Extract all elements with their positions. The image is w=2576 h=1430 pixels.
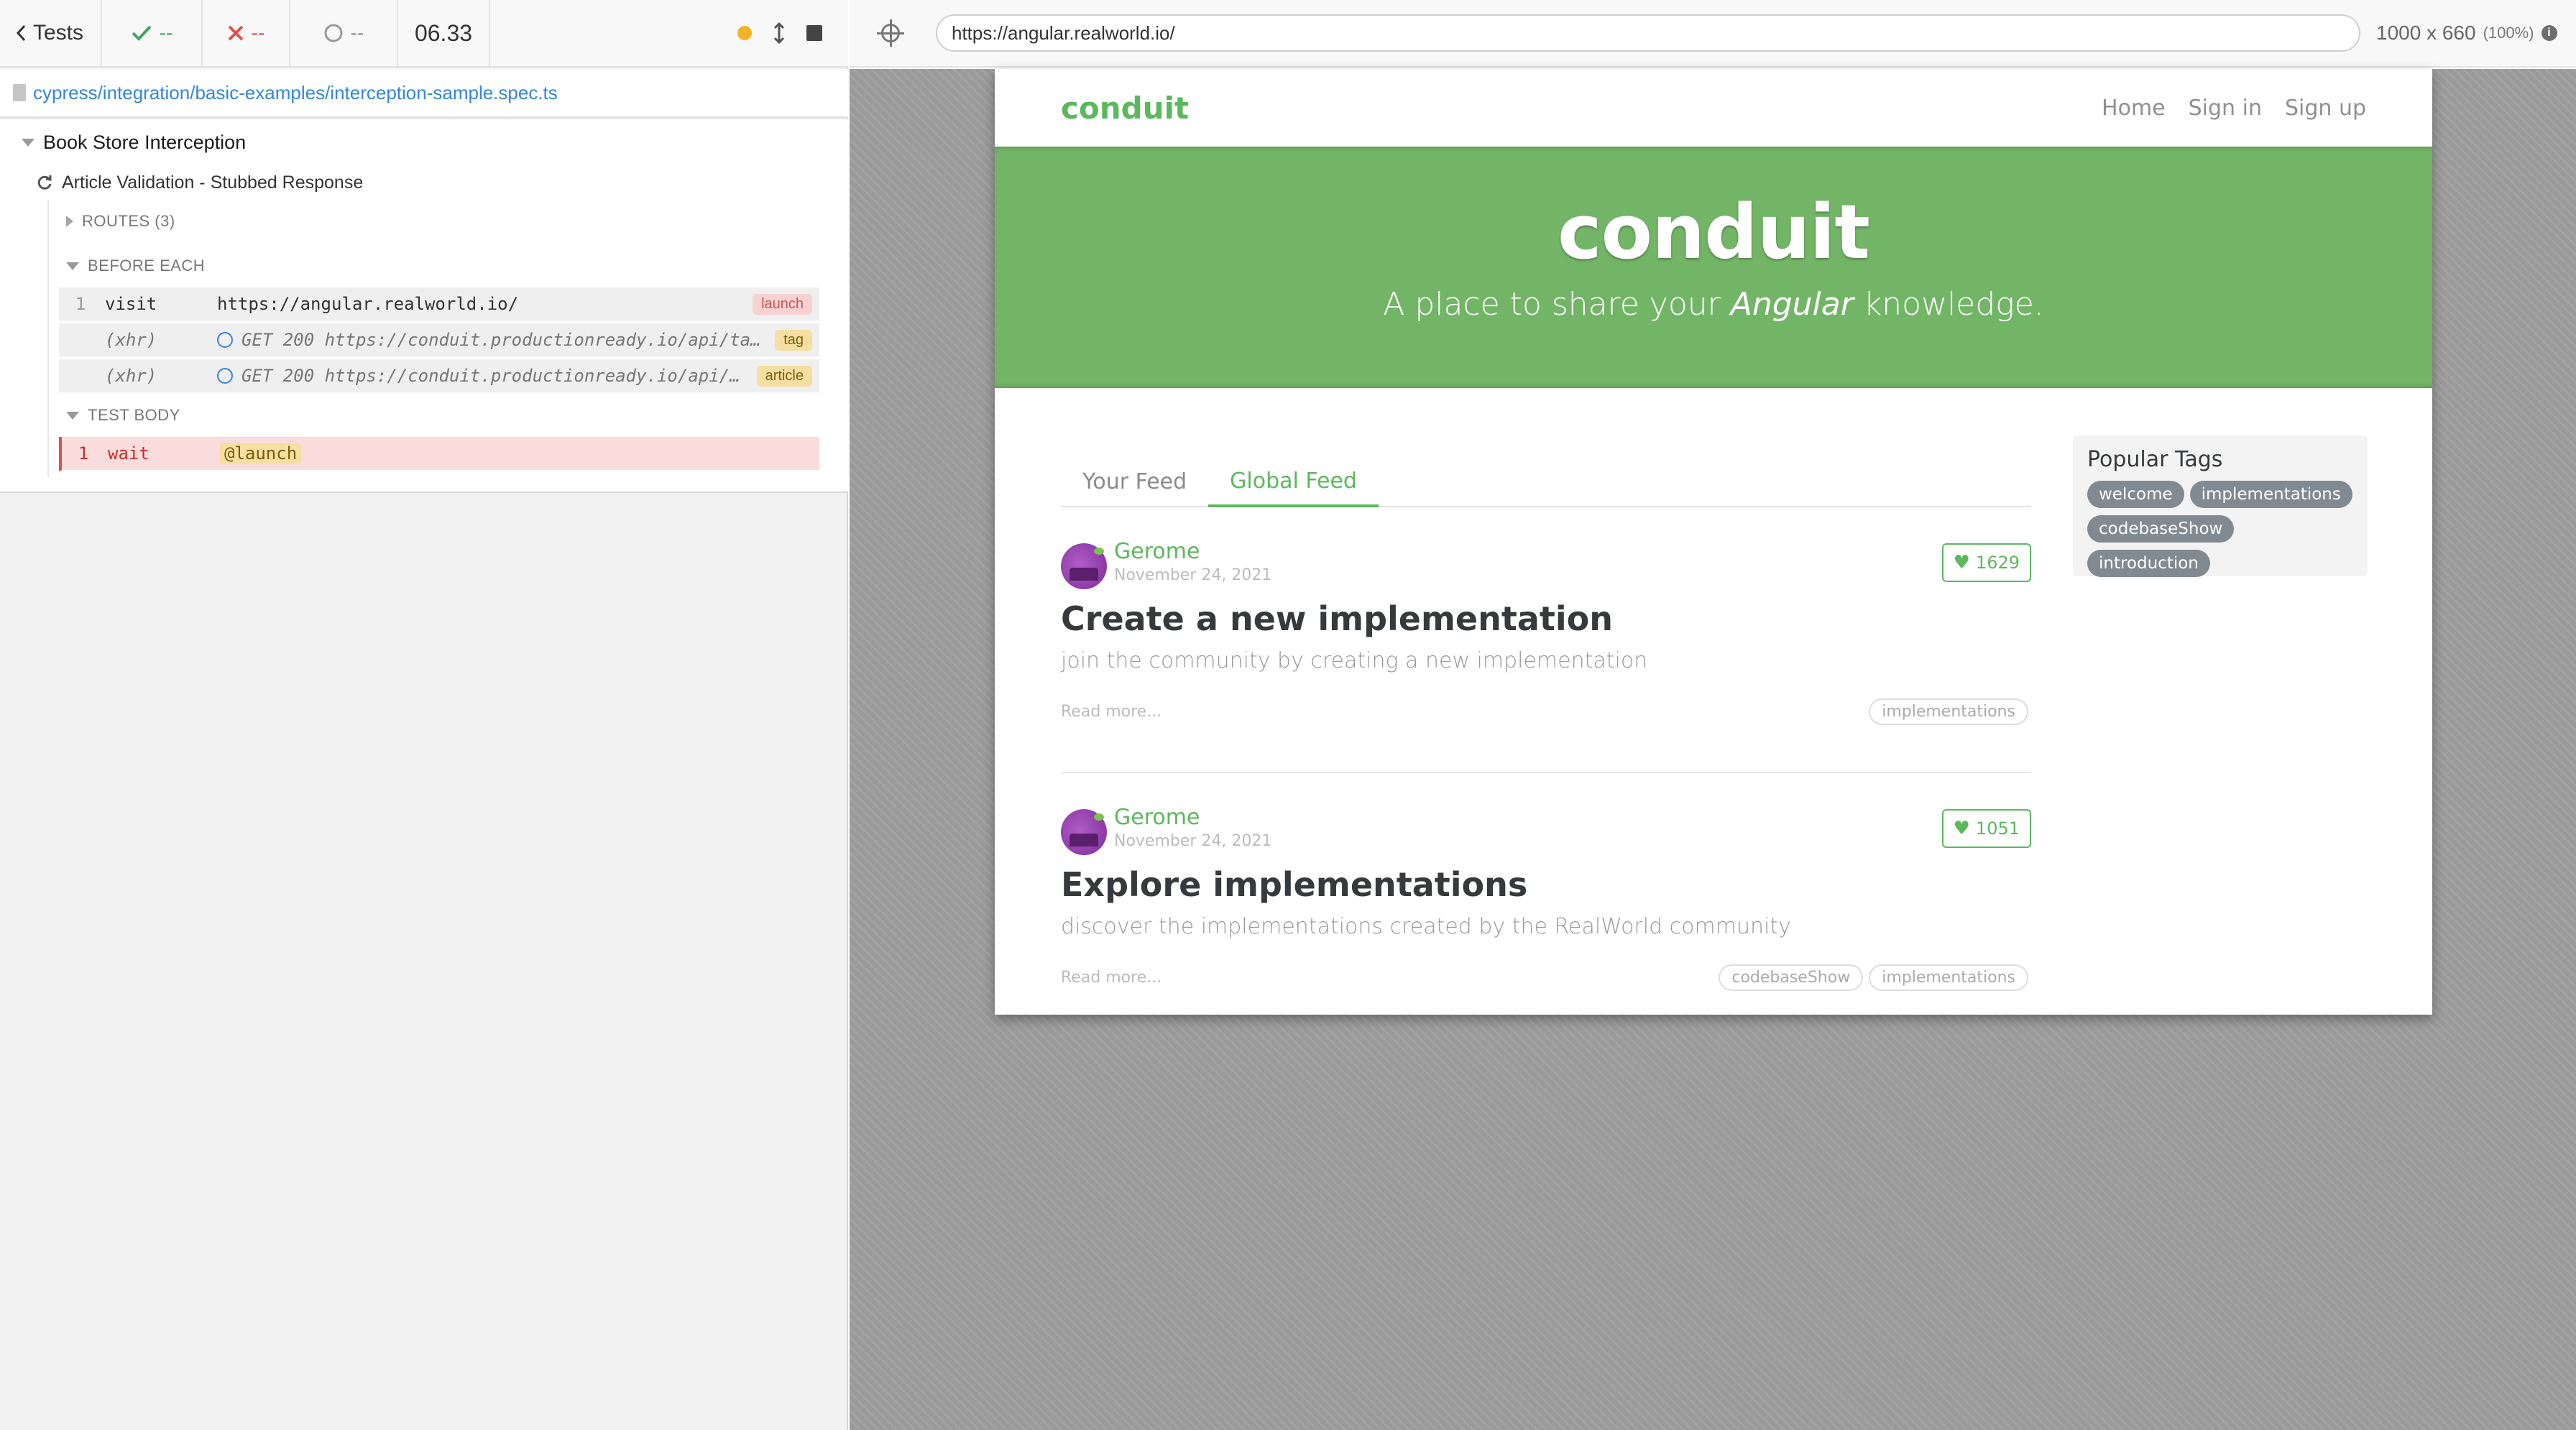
viewport-scale: (100%) (2483, 24, 2534, 42)
article-date: November 24, 2021 (1114, 566, 1272, 584)
file-icon (13, 84, 26, 101)
article-description: discover the implementations created by … (1061, 914, 1791, 939)
hero-banner: conduit A place to share your Angular kn… (995, 147, 2432, 388)
passed-count: -- (102, 0, 203, 66)
tree-guide-line (47, 200, 49, 477)
test-row[interactable]: Article Validation - Stubbed Response (36, 168, 363, 197)
nav-links: Home Sign in Sign up (2102, 96, 2366, 121)
alias-reference: @launch (220, 443, 302, 463)
banner-subtitle: A place to share your Angular knowledge. (1383, 286, 2044, 323)
favorite-button[interactable]: ♥ 1051 (1941, 809, 2031, 848)
duration: 06.33 (398, 0, 490, 66)
tag-pill-codebaseshow[interactable]: codebaseShow (2087, 515, 2235, 543)
popular-tags-title: Popular Tags (2087, 447, 2223, 472)
article-title[interactable]: Explore implementations (1061, 865, 1527, 904)
app-navbar: conduit Home Sign in Sign up (995, 69, 2432, 147)
nav-sign-in[interactable]: Sign in (2189, 96, 2262, 121)
reporter-header: Tests -- -- -- 06.33 (0, 0, 848, 68)
caret-down-icon (66, 411, 79, 420)
article-tag[interactable]: implementations (1869, 698, 2028, 725)
article-tags: implementations (1869, 698, 2028, 725)
nav-sign-up[interactable]: Sign up (2285, 96, 2366, 121)
command-wait[interactable]: 1 wait @launch (59, 437, 819, 471)
retry-icon (37, 175, 52, 190)
viewport-size: 1000 x 660 (2376, 22, 2476, 44)
heart-icon: ♥ (1953, 818, 1970, 839)
command-xhr[interactable]: (xhr) GET 200 https://conduit.production… (59, 323, 819, 358)
app-under-test: conduit Home Sign in Sign up conduit A p… (995, 69, 2432, 1015)
caret-right-icon (66, 216, 73, 227)
heart-icon: ♥ (1953, 552, 1970, 573)
author-link[interactable]: Gerome (1114, 805, 1200, 830)
selector-playground-icon[interactable] (877, 19, 904, 47)
tests-label: Tests (33, 21, 84, 45)
running-dot-icon (737, 26, 752, 40)
run-controls (490, 0, 848, 66)
author-link[interactable]: Gerome (1114, 539, 1200, 564)
article-description: join the community by creating a new imp… (1061, 648, 1648, 673)
aut-header: https://angular.realworld.io/ 1000 x 660… (850, 0, 2576, 68)
test-title: Article Validation - Stubbed Response (62, 172, 364, 193)
routes-toggle[interactable]: ROUTES (3) (66, 208, 175, 234)
command-xhr[interactable]: (xhr) GET 200 https://conduit.production… (59, 359, 819, 394)
before-each-toggle[interactable]: BEFORE EACH (66, 253, 205, 279)
favorite-count: 1629 (1975, 553, 2020, 573)
viewport-info: 1000 x 660 (100%) i (2376, 22, 2557, 45)
article-tag[interactable]: implementations (1869, 964, 2028, 991)
suite-row[interactable]: Book Store Interception (22, 128, 246, 157)
avatar[interactable] (1061, 809, 1107, 855)
caret-down-icon (66, 262, 79, 270)
test-body-toggle[interactable]: TEST BODY (66, 402, 180, 428)
command-log-panel: Tests -- -- -- 06.33 cypress/integration… (0, 0, 848, 1430)
circle-icon (324, 24, 343, 42)
caret-down-icon (22, 138, 34, 147)
nav-home[interactable]: Home (2102, 96, 2166, 121)
command-visit[interactable]: 1 visit https://angular.realworld.io/ la… (59, 287, 819, 322)
suite-title: Book Store Interception (43, 131, 247, 153)
pending-count: -- (290, 0, 398, 66)
url-bar[interactable]: https://angular.realworld.io/ (936, 14, 2360, 52)
tests-button[interactable]: Tests (0, 0, 102, 66)
stop-icon[interactable] (806, 25, 822, 41)
spec-path-bar: cypress/integration/basic-examples/inter… (0, 69, 848, 118)
tab-global-feed[interactable]: Global Feed (1208, 457, 1379, 507)
brand-logo[interactable]: conduit (1061, 91, 1189, 126)
tag-pill-welcome[interactable]: welcome (2087, 481, 2184, 508)
xhr-status-icon (217, 332, 233, 348)
alias-badge: article (756, 365, 812, 387)
alias-badge: launch (753, 293, 812, 315)
failed-count: -- (203, 0, 290, 66)
read-more-link[interactable]: Read more... (1061, 969, 1162, 987)
favorite-count: 1051 (1975, 818, 2020, 839)
alias-badge: tag (775, 329, 812, 351)
tab-your-feed[interactable]: Your Feed (1061, 457, 1208, 506)
feed-tabs: Your Feed Global Feed (1061, 457, 2031, 507)
xhr-status-icon (217, 368, 233, 384)
favorite-button[interactable]: ♥ 1629 (1941, 543, 2031, 582)
runnables-tree: Book Store Interception Article Validati… (0, 119, 848, 493)
article-tag[interactable]: codebaseShow (1719, 964, 1864, 991)
feed-area: Your Feed Global Feed Gerome November 24… (1061, 457, 2031, 1015)
check-icon (132, 25, 152, 41)
read-more-link[interactable]: Read more... (1061, 703, 1162, 721)
article-preview: Gerome November 24, 2021 ♥ 1629 Create a… (1061, 507, 2031, 773)
tag-pill-implementations[interactable]: implementations (2189, 481, 2352, 508)
article-preview: Gerome November 24, 2021 ♥ 1051 Explore … (1061, 773, 2031, 1015)
info-icon[interactable]: i (2541, 25, 2557, 41)
resize-icon[interactable] (773, 22, 785, 44)
x-icon (228, 25, 244, 41)
article-tags: codebaseShow implementations (1719, 964, 2028, 991)
avatar[interactable] (1061, 543, 1107, 589)
banner-title: conduit (1558, 188, 1870, 276)
spec-path-link[interactable]: cypress/integration/basic-examples/inter… (33, 82, 558, 104)
chevron-left-icon (16, 24, 26, 42)
article-date: November 24, 2021 (1114, 832, 1272, 850)
popular-tags-sidebar: Popular Tags welcome implementations cod… (2073, 435, 2368, 577)
tag-pill-introduction[interactable]: introduction (2087, 550, 2210, 577)
tag-list: welcome implementations codebaseShow int… (2087, 481, 2353, 577)
article-title[interactable]: Create a new implementation (1061, 599, 1613, 638)
